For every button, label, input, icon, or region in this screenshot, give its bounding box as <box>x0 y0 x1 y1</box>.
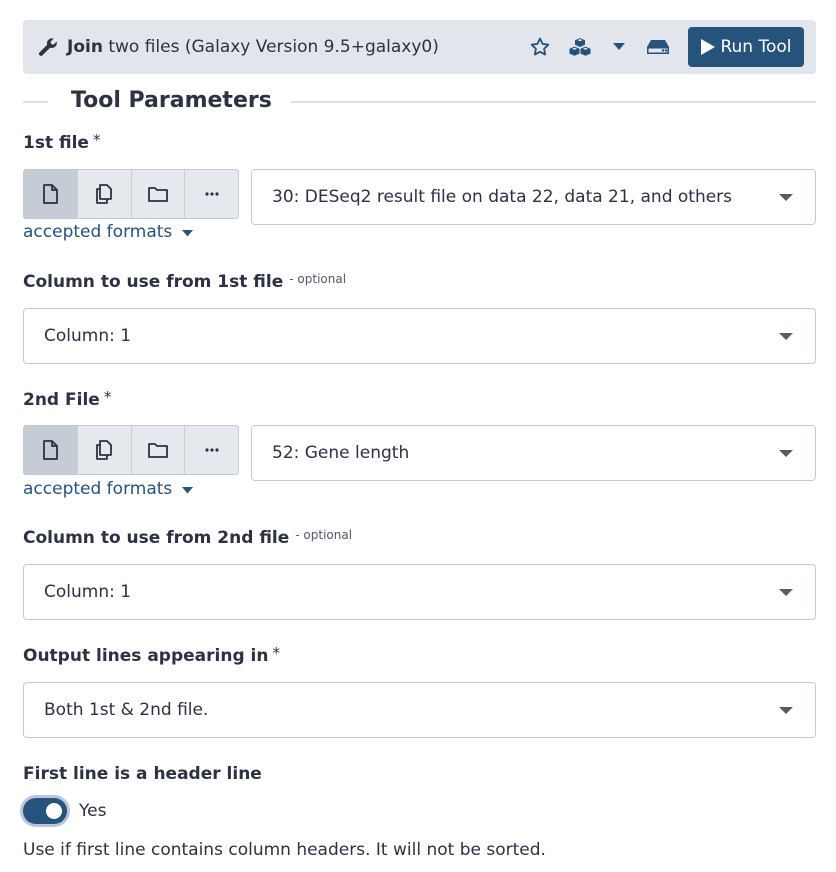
file1-source-buttons <box>23 169 239 219</box>
toggle-knob <box>46 803 62 819</box>
file2-label: 2nd File * <box>23 388 112 410</box>
chevron-down-icon <box>779 333 793 340</box>
output-label: Output lines appearing in * <box>23 644 280 666</box>
col2-selected-value: Column: 1 <box>44 582 132 602</box>
folder-icon <box>147 442 168 458</box>
more-options-button[interactable] <box>185 426 238 474</box>
tool-name: Join <box>67 37 103 57</box>
options-dropdown-button[interactable] <box>600 27 638 67</box>
col2-label-text: Column to use from 2nd file <box>23 528 290 548</box>
file1-select[interactable]: 30: DESeq2 result file on data 22, data … <box>251 169 816 225</box>
col2-select[interactable]: Column: 1 <box>23 564 816 620</box>
more-options-button[interactable] <box>185 170 238 218</box>
chevron-down-icon <box>779 589 793 596</box>
copy-icon <box>95 184 113 204</box>
file2-selected-value: 52: Gene length <box>272 443 410 463</box>
output-label-text: Output lines appearing in <box>23 646 269 666</box>
required-marker: * <box>272 644 280 662</box>
tool-form: Join two files (Galaxy Version 9.5+galax… <box>0 0 836 872</box>
legend-divider-right <box>291 101 816 103</box>
file2-select[interactable]: 52: Gene length <box>251 425 816 481</box>
header-line-toggle-row: Yes <box>23 798 106 824</box>
single-dataset-button[interactable] <box>24 426 78 474</box>
header-actions: Run Tool <box>520 20 816 74</box>
optional-marker: - optional <box>295 528 353 542</box>
favorite-button[interactable] <box>520 27 560 67</box>
optional-marker: - optional <box>289 272 347 286</box>
tool-header: Join two files (Galaxy Version 9.5+galax… <box>23 20 816 74</box>
chevron-down-icon <box>779 707 793 714</box>
run-tool-button[interactable]: Run Tool <box>688 27 804 67</box>
legend-divider-left <box>23 101 48 103</box>
copy-icon <box>95 440 113 460</box>
run-tool-label: Run Tool <box>720 37 792 57</box>
output-select[interactable]: Both 1st & 2nd file. <box>23 682 816 738</box>
col2-label: Column to use from 2nd file - optional <box>23 528 352 548</box>
cubes-icon <box>569 37 591 57</box>
hdd-icon <box>647 39 669 55</box>
dataset-collection-button[interactable] <box>132 170 186 218</box>
storage-button[interactable] <box>638 27 678 67</box>
dataset-collection-button[interactable] <box>132 426 186 474</box>
multiple-datasets-button[interactable] <box>78 170 132 218</box>
file2-label-text: 2nd File <box>23 390 100 410</box>
required-marker: * <box>92 131 101 149</box>
star-icon <box>529 36 551 58</box>
tool-description: two files (Galaxy Version 9.5+galaxy0) <box>108 37 439 57</box>
caret-down-icon <box>181 479 193 499</box>
toggle-label: Yes <box>79 801 107 821</box>
chevron-down-icon <box>779 194 793 201</box>
required-marker: * <box>103 388 112 406</box>
file-icon <box>42 440 59 460</box>
header-line-help: Use if first line contains column header… <box>23 840 546 860</box>
accepted-formats-text: accepted formats <box>23 479 173 499</box>
multiple-datasets-button[interactable] <box>78 426 132 474</box>
accepted-formats-text: accepted formats <box>23 222 173 242</box>
col1-selected-value: Column: 1 <box>44 326 132 346</box>
file-icon <box>42 184 59 204</box>
file2-source-buttons <box>23 425 239 475</box>
col1-select[interactable]: Column: 1 <box>23 308 816 364</box>
file1-accepted-formats-link[interactable]: accepted formats <box>23 222 193 242</box>
header-line-toggle[interactable] <box>23 798 67 824</box>
chevron-down-icon <box>779 450 793 457</box>
header-line-label: First line is a header line <box>23 764 262 784</box>
tool-title: Join two files (Galaxy Version 9.5+galax… <box>67 37 439 57</box>
caret-down-icon <box>613 43 625 51</box>
wrench-icon <box>37 36 59 58</box>
col1-label-text: Column to use from 1st file <box>23 272 284 292</box>
output-selected-value: Both 1st & 2nd file. <box>44 700 209 720</box>
ellipsis-icon <box>205 192 219 196</box>
col1-label: Column to use from 1st file - optional <box>23 272 346 292</box>
tool-parameters-legend: Tool Parameters <box>23 86 816 118</box>
play-icon <box>700 38 716 56</box>
file1-selected-value: 30: DESeq2 result file on data 22, data … <box>272 187 733 207</box>
caret-down-icon <box>181 222 193 242</box>
folder-icon <box>147 186 168 202</box>
file2-accepted-formats-link[interactable]: accepted formats <box>23 479 193 499</box>
file1-label-text: 1st file <box>23 133 89 153</box>
file1-label: 1st file * <box>23 131 101 153</box>
section-title: Tool Parameters <box>71 88 272 113</box>
single-dataset-button[interactable] <box>24 170 78 218</box>
requirements-button[interactable] <box>560 27 600 67</box>
ellipsis-icon <box>205 448 219 452</box>
